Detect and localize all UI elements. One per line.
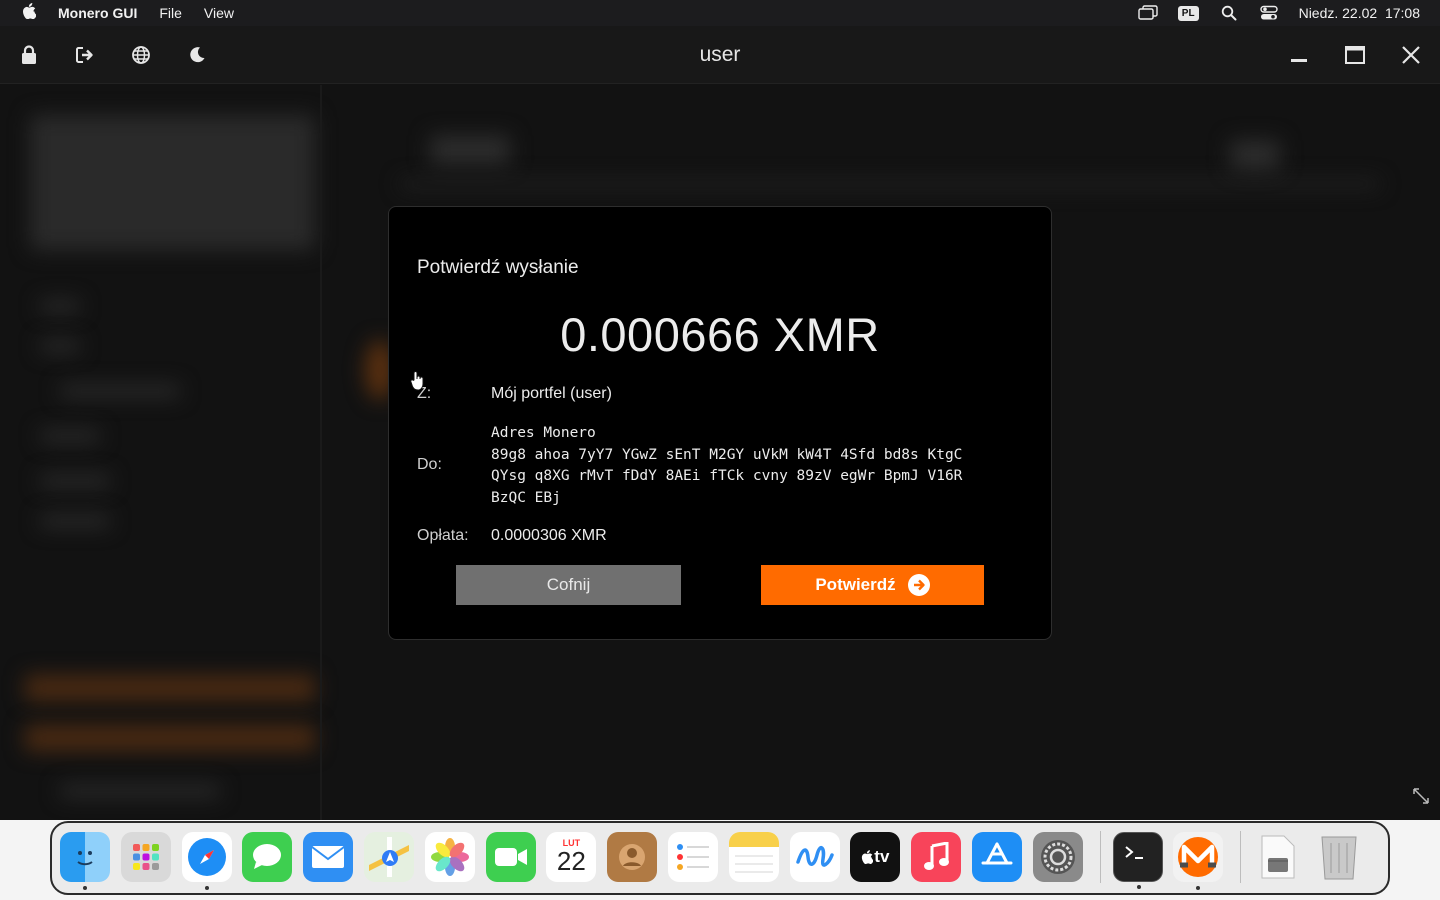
dock-separator [1099, 831, 1101, 883]
apple-tv-icon[interactable]: tv [850, 832, 901, 882]
terminal-icon[interactable] [1112, 832, 1163, 889]
resize-handle-icon[interactable] [1412, 787, 1430, 810]
clock[interactable]: Niedz. 22.02 17:08 [1299, 5, 1420, 21]
view-menu[interactable]: View [204, 5, 234, 21]
arrow-right-icon [907, 574, 930, 596]
page-heading [430, 135, 510, 165]
running-indicator [204, 886, 209, 890]
finder-icon[interactable] [60, 832, 110, 890]
sidebar-item [40, 515, 110, 527]
freeform-icon[interactable] [789, 832, 840, 882]
address-type: Adres Monero [491, 425, 596, 441]
back-button-label: Cofnij [546, 575, 591, 594]
sidebar-item [40, 430, 100, 442]
app-store-icon[interactable] [971, 832, 1022, 882]
contacts-icon[interactable] [607, 832, 658, 882]
reminders-icon[interactable] [667, 832, 718, 882]
photos-icon[interactable] [424, 832, 475, 882]
calendar-icon[interactable]: LUT 22 [546, 832, 597, 882]
maximize-icon[interactable] [1340, 42, 1370, 68]
sidebar-item [40, 300, 80, 312]
minimize-icon[interactable] [1284, 42, 1314, 68]
running-indicator [1136, 885, 1141, 889]
progress-bar [25, 675, 315, 701]
running-indicator [83, 886, 87, 890]
tv-label: tv [874, 847, 890, 866]
dock: LUT 22 tv [50, 821, 1390, 895]
running-indicator [1196, 886, 1201, 890]
progress-bar [25, 725, 315, 751]
menu-bar: Monero GUI File View PL Niedz. 22.02 17:… [0, 0, 1440, 26]
launchpad-icon[interactable] [120, 832, 171, 882]
window-title: user [699, 43, 741, 66]
app-name-menu[interactable]: Monero GUI [58, 5, 137, 21]
send-amount: 0.000666 XMR [560, 308, 880, 361]
confirm-button-label: Potwierdź [815, 575, 896, 594]
back-button[interactable]: Cofnij [456, 565, 681, 605]
file-menu[interactable]: File [159, 5, 182, 21]
search-icon[interactable] [1219, 5, 1239, 21]
page-line [400, 180, 1380, 188]
trash-icon[interactable] [1314, 832, 1364, 882]
system-settings-icon[interactable] [1032, 832, 1083, 882]
window-switcher-icon[interactable] [1138, 5, 1158, 21]
sidebar-divider [320, 85, 322, 820]
address-line: BzQC EBj [491, 489, 561, 506]
control-center-icon[interactable] [1259, 5, 1279, 21]
confirm-send-dialog: Potwierdź wysłanie 0.000666 XMR Z: Mój p… [388, 206, 1052, 640]
mail-icon[interactable] [303, 832, 354, 882]
monero-gui-icon[interactable] [1173, 832, 1224, 890]
dock-separator [1240, 831, 1242, 883]
sidebar-item [40, 475, 110, 487]
confirm-button[interactable]: Potwierdź [761, 565, 984, 605]
account-card [30, 115, 315, 250]
from-wallet-value: Mój portfel (user) [491, 385, 612, 402]
address-line: 89g8 ahoa 7yY7 YGwZ sEnT M2GY uVkM kW4T … [491, 446, 963, 463]
close-icon[interactable] [1396, 42, 1426, 68]
status-text [60, 785, 220, 797]
recipient-address: Adres Monero 89g8 ahoa 7yY7 YGwZ sEnT M2… [491, 423, 1031, 509]
fee-value: 0.0000306 XMR [491, 527, 607, 544]
safari-icon[interactable] [181, 832, 232, 890]
apple-menu-icon[interactable] [22, 3, 37, 23]
messages-icon[interactable] [242, 832, 293, 882]
maps-icon[interactable] [363, 832, 414, 882]
notes-icon[interactable] [728, 832, 779, 882]
to-label: Do: [417, 456, 442, 473]
fee-label: Opłata: [417, 527, 469, 544]
address-line: QYsg q8XG rMvT fDdY 8AEi fTCk cvny 89zV … [491, 468, 963, 484]
documents-folder-icon[interactable] [1253, 832, 1303, 882]
dialog-title: Potwierdź wysłanie [417, 257, 579, 278]
keyboard-layout-badge[interactable]: PL [1177, 5, 1199, 21]
header-item [1230, 140, 1280, 170]
facetime-icon[interactable] [485, 832, 536, 882]
hand-cursor-icon [410, 370, 426, 397]
sidebar-item [60, 385, 180, 397]
sidebar-item [40, 340, 80, 352]
music-icon[interactable] [911, 832, 962, 882]
calendar-day: 22 [556, 846, 586, 876]
title-bar: user [0, 26, 1440, 84]
